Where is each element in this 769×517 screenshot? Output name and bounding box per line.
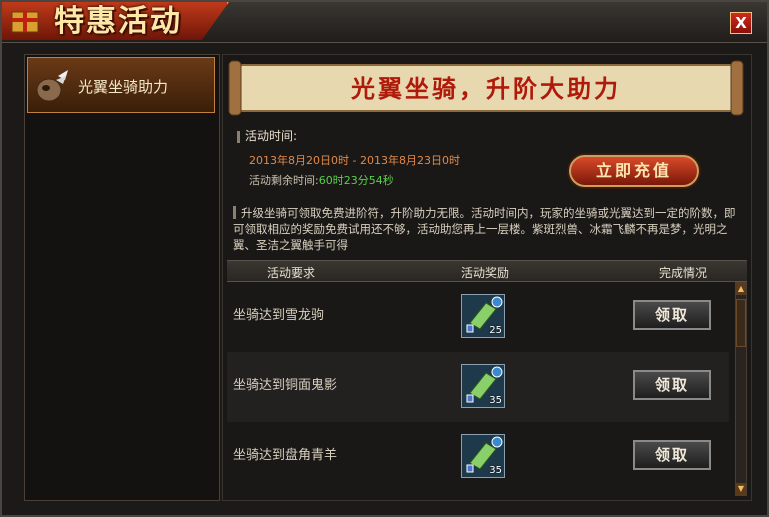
- event-info: 活动时间: 2013年8月20日0时 - 2013年8月23日0时 活动剩余时间…: [237, 127, 460, 187]
- claim-button[interactable]: 领取: [633, 370, 711, 400]
- time-range: 2013年8月20日0时 - 2013年8月23日0时: [249, 154, 460, 167]
- remaining-label: 活动剩余时间:: [249, 174, 319, 187]
- scrollbar[interactable]: ▲ ▼: [735, 282, 747, 496]
- title-bar: 特惠活动 X: [2, 2, 767, 43]
- section-marker: [237, 130, 240, 143]
- table-header: 活动要求 活动奖励 完成情况: [227, 260, 747, 282]
- sidebar-item-mount-boost[interactable]: 光翼坐骑助力: [27, 57, 215, 113]
- header-status: 完成情况: [659, 266, 708, 280]
- scroll-thumb[interactable]: [736, 299, 746, 347]
- reward-count: 35: [489, 465, 502, 476]
- main-panel: 光翼坐骑，升阶大助力 活动时间: 2013年8月20日0时 - 2013年8月2…: [222, 54, 752, 501]
- time-heading: 活动时间:: [245, 129, 298, 143]
- event-description: 升级坐骑可领取免费进阶符，升阶助力无限。活动时间内，玩家的坐骑或光翼达到一定的阶…: [233, 205, 739, 253]
- remaining-time: 活动剩余时间:60时23分54秒: [249, 172, 394, 188]
- scroll-down-icon[interactable]: ▼: [736, 483, 746, 495]
- remaining-value: 60时23分54秒: [318, 174, 394, 187]
- table-row: 坐骑达到盘角青羊 35 领取: [227, 422, 729, 492]
- requirement-text: 坐骑达到铜面鬼影: [233, 378, 338, 393]
- close-button[interactable]: X: [730, 12, 752, 34]
- window-title: 特惠活动: [54, 4, 182, 39]
- description-text: 升级坐骑可领取免费进阶符，升阶助力无限。活动时间内，玩家的坐骑或光翼达到一定的阶…: [233, 206, 736, 252]
- requirement-text: 坐骑达到雪龙驹: [233, 308, 325, 323]
- gift-icon: [11, 11, 39, 33]
- reward-item[interactable]: 25: [461, 294, 505, 338]
- title-banner: 特惠活动: [2, 2, 229, 40]
- requirement-text: 坐骑达到盘角青羊: [233, 448, 338, 463]
- reward-count: 25: [489, 325, 502, 336]
- header-requirement: 活动要求: [267, 266, 316, 280]
- claim-button[interactable]: 领取: [633, 300, 711, 330]
- event-banner: 光翼坐骑，升阶大助力: [227, 59, 745, 117]
- horse-icon: [36, 70, 68, 102]
- reward-item[interactable]: 35: [461, 364, 505, 408]
- sidebar: 光翼坐骑助力: [24, 54, 220, 501]
- banner-title: 光翼坐骑，升阶大助力: [351, 74, 621, 103]
- table-row: 坐骑达到雪龙驹 25 领取: [227, 282, 729, 352]
- header-reward: 活动奖励: [461, 266, 510, 280]
- reward-count: 35: [489, 395, 502, 406]
- table-row: 坐骑达到铜面鬼影 35 领取: [227, 352, 729, 422]
- recharge-button[interactable]: 立即充值: [569, 155, 699, 187]
- time-heading-row: 活动时间:: [237, 127, 297, 144]
- section-marker: [233, 206, 236, 219]
- activity-window: 特惠活动 X 光翼坐骑助力 光翼坐骑，升阶大助力 活动时间: 2013年8月20…: [0, 0, 769, 517]
- claim-button[interactable]: 领取: [633, 440, 711, 470]
- reward-item[interactable]: 35: [461, 434, 505, 478]
- sidebar-item-label: 光翼坐骑助力: [78, 78, 169, 96]
- reward-table: 活动要求 活动奖励 完成情况 坐骑达到雪龙驹 25 领取 坐骑达到铜面鬼影 35…: [227, 260, 747, 496]
- scroll-up-icon[interactable]: ▲: [736, 283, 746, 295]
